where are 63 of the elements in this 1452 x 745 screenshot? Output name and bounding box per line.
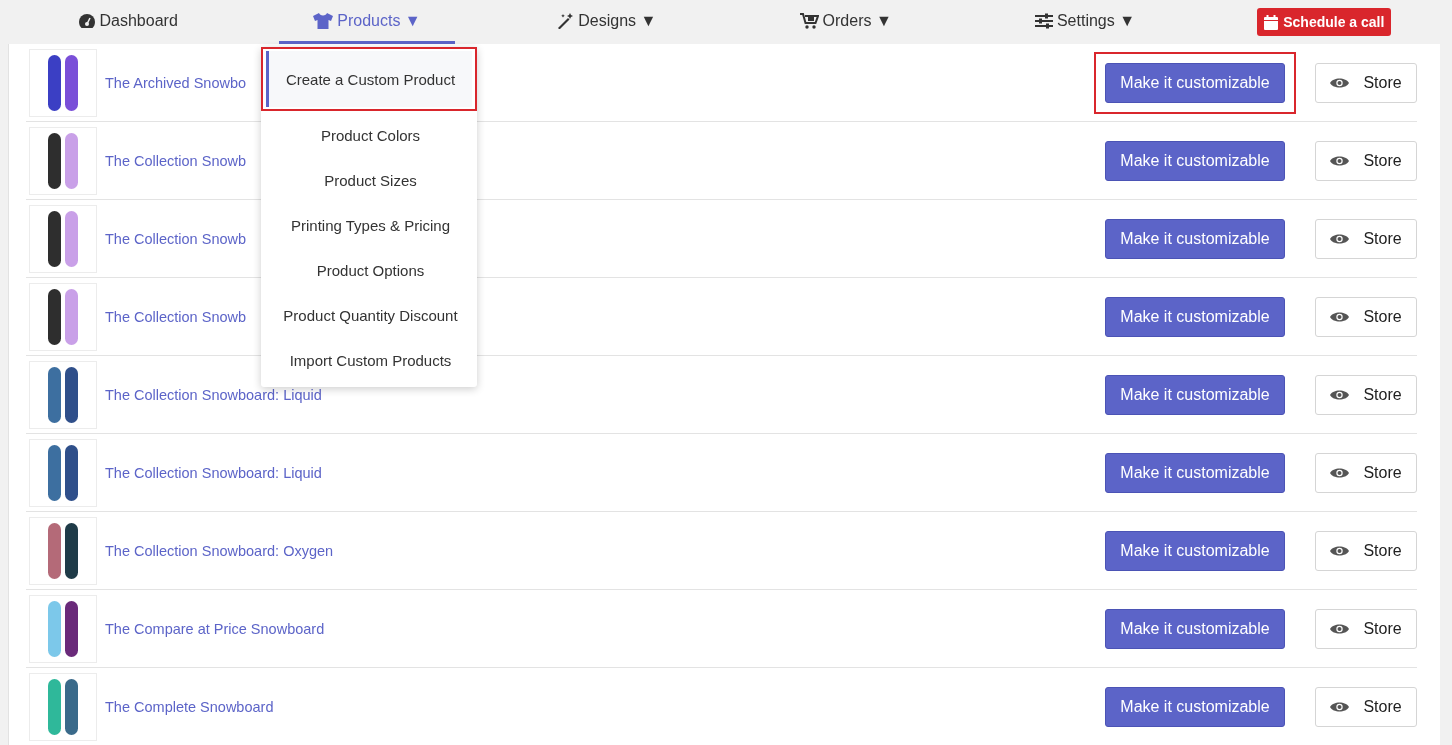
store-button[interactable]: Store — [1315, 218, 1417, 259]
snowboard-drawing — [46, 365, 80, 424]
product-link[interactable]: The Compare at Price Snowboard — [105, 620, 325, 637]
menu-item[interactable]: Printing Types & Pricing — [261, 203, 477, 248]
tshirt-icon — [313, 12, 334, 29]
eye-icon — [1330, 466, 1350, 479]
snowboard-drawing — [46, 131, 80, 190]
store-button[interactable]: Store — [1315, 530, 1417, 571]
eye-icon — [1330, 76, 1350, 89]
menu-item[interactable]: Product Quantity Discount — [261, 293, 477, 338]
make-customizable-button[interactable]: Make it customizable — [1105, 374, 1285, 415]
nav-tab[interactable]: Designs ▼ — [522, 0, 691, 44]
store-button[interactable]: Store — [1315, 296, 1417, 337]
snowboard-drawing — [46, 521, 80, 580]
product-link[interactable]: The Collection Snowboard: Liquid — [105, 464, 322, 481]
make-customizable-button[interactable]: Make it customizable — [1105, 452, 1285, 493]
make-customizable-button[interactable]: Make it customizable — [1105, 296, 1285, 337]
store-button[interactable]: Store — [1315, 452, 1417, 493]
product-link[interactable]: The Collection Snowboard: Oxygen — [105, 542, 334, 559]
product-link[interactable]: The Complete Snowboard — [105, 698, 274, 715]
nav-tab[interactable]: Orders ▼ — [765, 0, 926, 44]
eye-icon — [1330, 232, 1350, 245]
make-customizable-button[interactable]: Make it customizable — [1105, 686, 1285, 727]
dashboard-gauge-icon — [77, 12, 96, 29]
sliders-icon — [1034, 12, 1053, 29]
magic-wand-icon — [556, 12, 575, 29]
snowboard-drawing — [46, 599, 80, 658]
snowboard-drawing — [46, 443, 80, 502]
make-customizable-button[interactable]: Make it customizable — [1105, 140, 1285, 181]
menu-item[interactable]: Product Options — [261, 248, 477, 293]
eye-icon — [1330, 700, 1350, 713]
product-link[interactable]: The Collection Snowboard: Liquid — [105, 386, 322, 403]
eye-icon — [1330, 388, 1350, 401]
menu-item[interactable]: Product Colors — [261, 113, 477, 158]
make-customizable-button[interactable]: Make it customizable — [1105, 62, 1285, 103]
nav-tab[interactable]: Settings ▼ — [1000, 0, 1170, 44]
snowboard-drawing — [46, 53, 80, 112]
menu-item[interactable]: Import Custom Products — [261, 338, 477, 383]
product-link[interactable]: The Collection Snowb — [105, 152, 247, 169]
snowboard-drawing — [46, 209, 80, 268]
store-button[interactable]: Store — [1315, 62, 1417, 103]
calendar-icon — [1264, 14, 1279, 30]
make-customizable-button[interactable]: Make it customizable — [1105, 530, 1285, 571]
snowboard-drawing — [46, 677, 80, 736]
make-customizable-button[interactable]: Make it customizable — [1105, 608, 1285, 649]
eye-icon — [1330, 622, 1350, 635]
make-customizable-button[interactable]: Make it customizable — [1105, 218, 1285, 259]
store-button[interactable]: Store — [1315, 608, 1417, 649]
eye-icon — [1330, 310, 1350, 323]
product-link[interactable]: The Collection Snowb — [105, 308, 247, 325]
schedule-call-button[interactable]: Schedule a call — [1257, 8, 1392, 36]
menu-item[interactable]: Create a Custom Product — [266, 51, 472, 107]
product-link[interactable]: The Collection Snowb — [105, 230, 247, 247]
eye-icon — [1330, 544, 1350, 557]
cart-icon — [799, 12, 819, 29]
store-button[interactable]: Store — [1315, 374, 1417, 415]
snowboard-drawing — [46, 287, 80, 346]
product-link[interactable]: The Archived Snowbo — [105, 74, 247, 91]
menu-item[interactable]: Product Sizes — [261, 158, 477, 203]
nav-tab[interactable]: Dashboard — [43, 0, 212, 44]
store-button[interactable]: Store — [1315, 686, 1417, 727]
store-button[interactable]: Store — [1315, 140, 1417, 181]
eye-icon — [1330, 154, 1350, 167]
